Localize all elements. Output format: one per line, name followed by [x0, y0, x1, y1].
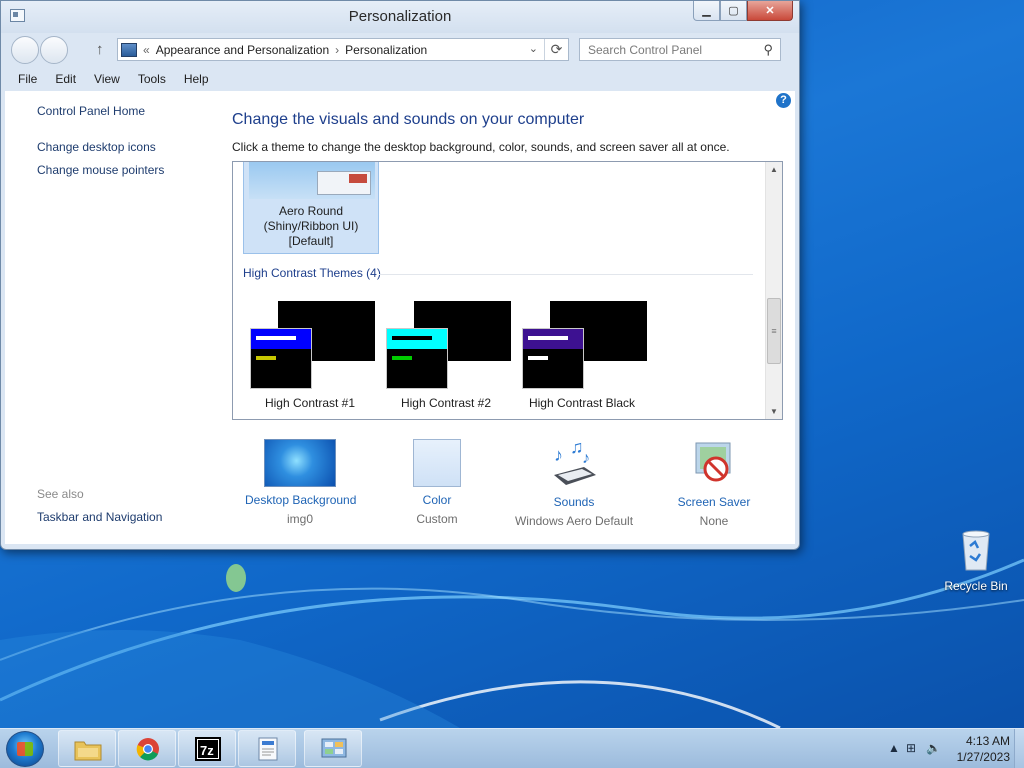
scroll-up-icon[interactable]: ▲	[766, 165, 782, 174]
7zip-icon: 7z	[195, 737, 221, 761]
personalization-window: Personalization ▁ ▢ ✕ ↑ « Appearance and…	[0, 0, 800, 550]
svg-text:♪: ♪	[554, 445, 563, 465]
theme-label-line2: (Shiny/Ribbon UI)	[263, 219, 359, 233]
search-input[interactable]: Search Control Panel ⚲	[579, 38, 781, 61]
volume-icon[interactable]: 🔈	[926, 741, 941, 755]
group-divider	[379, 274, 753, 275]
system-tray: ▲ ⊞ 🔈 4:13 AM 1/27/2023	[874, 729, 1024, 768]
breadcrumb-separator-icon[interactable]: ›	[335, 43, 339, 57]
show-desktop-button[interactable]	[1014, 729, 1024, 768]
chrome-icon	[136, 738, 159, 761]
theme-high-contrast-2[interactable]: High Contrast #2	[381, 296, 511, 416]
high-contrast-group-title: High Contrast Themes (4)	[243, 266, 381, 280]
theme-high-contrast-1[interactable]: High Contrast #1	[245, 296, 375, 416]
sounds-icon: ♪ ♫ ♪	[554, 439, 596, 485]
change-desktop-icons-link[interactable]: Change desktop icons	[37, 140, 156, 154]
breadcrumb-personalization[interactable]: Personalization	[345, 43, 427, 57]
theme-aero-round[interactable]: Aero Round (Shiny/Ribbon UI) [Default]	[243, 162, 379, 254]
screen-saver-button[interactable]: Screen Saver None	[669, 439, 759, 528]
title-bar[interactable]: Personalization ▁ ▢ ✕	[1, 1, 799, 33]
theme-label: High Contrast #1	[264, 396, 356, 410]
scroll-down-icon[interactable]: ▼	[766, 407, 782, 416]
see-also-heading: See also	[37, 487, 84, 501]
up-arrow-icon[interactable]: ↑	[96, 41, 104, 58]
help-icon[interactable]: ?	[776, 93, 791, 108]
screen-saver-label: Screen Saver	[677, 495, 751, 509]
desktop-background-label: Desktop Background	[245, 493, 357, 507]
taskbar-chrome[interactable]	[118, 730, 176, 767]
theme-label-line3: [Default]	[288, 234, 334, 248]
start-button[interactable]	[6, 731, 44, 767]
address-overflow-icon[interactable]: «	[143, 43, 150, 57]
refresh-icon[interactable]: ⟳	[544, 39, 568, 60]
menu-bar: File Edit View Tools Help	[1, 67, 799, 91]
taskbar: 7z ▲ ⊞ 🔈 4:13 AM 1/27/2023	[0, 728, 1024, 768]
search-icon[interactable]: ⚲	[763, 42, 773, 58]
control-panel-home-link[interactable]: Control Panel Home	[37, 104, 145, 118]
sounds-label: Sounds	[553, 495, 595, 509]
recycle-bin-icon	[962, 530, 990, 571]
screen-saver-icon	[695, 442, 731, 482]
menu-tools[interactable]: Tools	[129, 72, 175, 86]
menu-help[interactable]: Help	[175, 72, 218, 86]
page-description: Click a theme to change the desktop back…	[232, 140, 730, 154]
recycle-bin[interactable]: Recycle Bin	[940, 528, 1012, 593]
control-panel-icon	[321, 738, 347, 758]
show-hidden-icons-icon[interactable]: ▲	[888, 741, 900, 755]
taskbar-wordpad[interactable]	[238, 730, 296, 767]
theme-label: High Contrast Black	[528, 396, 636, 410]
scroll-thumb[interactable]: ≡	[767, 298, 781, 364]
menu-edit[interactable]: Edit	[46, 72, 85, 86]
minimize-button[interactable]: ▁	[693, 1, 720, 21]
theme-high-contrast-black[interactable]: High Contrast Black	[517, 296, 647, 416]
menu-view[interactable]: View	[85, 72, 129, 86]
left-pane: Control Panel Home Change desktop icons …	[5, 91, 220, 544]
wordpad-icon	[258, 737, 278, 761]
menu-file[interactable]: File	[9, 72, 46, 86]
theme-list[interactable]: Aero Round (Shiny/Ribbon UI) [Default] H…	[232, 161, 783, 420]
close-button[interactable]: ✕	[747, 1, 793, 21]
network-icon[interactable]: ⊞	[906, 741, 916, 755]
theme-label-line1: Aero Round	[278, 204, 344, 218]
svg-text:♪: ♪	[582, 450, 590, 467]
theme-list-scrollbar[interactable]: ▲ ≡ ▼	[765, 162, 782, 419]
svg-text:7z: 7z	[200, 743, 214, 758]
color-swatch	[413, 439, 461, 487]
clock[interactable]: 4:13 AM 1/27/2023	[957, 733, 1010, 765]
taskbar-file-explorer[interactable]	[58, 730, 116, 767]
clock-date: 1/27/2023	[956, 750, 1010, 764]
address-bar[interactable]: « Appearance and Personalization › Perso…	[117, 38, 569, 61]
recycle-bin-label: Recycle Bin	[944, 579, 1008, 593]
theme-label: High Contrast #2	[400, 396, 492, 410]
back-button[interactable]	[11, 36, 39, 64]
theme-thumbnail	[249, 162, 375, 199]
sounds-button[interactable]: ♪ ♫ ♪ Sounds Windows Aero Default	[511, 439, 637, 528]
folder-icon	[74, 741, 102, 761]
search-placeholder: Search Control Panel	[588, 43, 703, 57]
desktop-background-thumbnail	[264, 439, 336, 487]
color-value: Custom	[416, 512, 458, 526]
control-panel-icon	[121, 42, 137, 57]
page-title: Change the visuals and sounds on your co…	[232, 111, 585, 128]
window-title: Personalization	[348, 8, 452, 25]
maximize-button[interactable]: ▢	[720, 1, 747, 21]
breadcrumb-appearance[interactable]: Appearance and Personalization	[156, 43, 329, 57]
desktop-background-value: img0	[286, 512, 313, 526]
clock-time: 4:13 AM	[965, 734, 1010, 748]
color-button[interactable]: Color Custom	[397, 439, 477, 526]
navigation-bar: ↑ « Appearance and Personalization › Per…	[1, 33, 799, 67]
taskbar-control-panel[interactable]	[304, 730, 362, 767]
screen-saver-value: None	[699, 514, 729, 528]
forward-button[interactable]	[40, 36, 68, 64]
content-area: Control Panel Home Change desktop icons …	[5, 91, 795, 544]
taskbar-navigation-link[interactable]: Taskbar and Navigation	[37, 510, 162, 524]
sounds-value: Windows Aero Default	[514, 514, 634, 528]
chevron-down-icon[interactable]: ⌄	[529, 42, 538, 55]
taskbar-7zip[interactable]: 7z	[178, 730, 236, 767]
color-label: Color	[422, 493, 452, 507]
desktop-background-button[interactable]: Desktop Background img0	[245, 439, 357, 526]
change-mouse-pointers-link[interactable]: Change mouse pointers	[37, 163, 164, 177]
